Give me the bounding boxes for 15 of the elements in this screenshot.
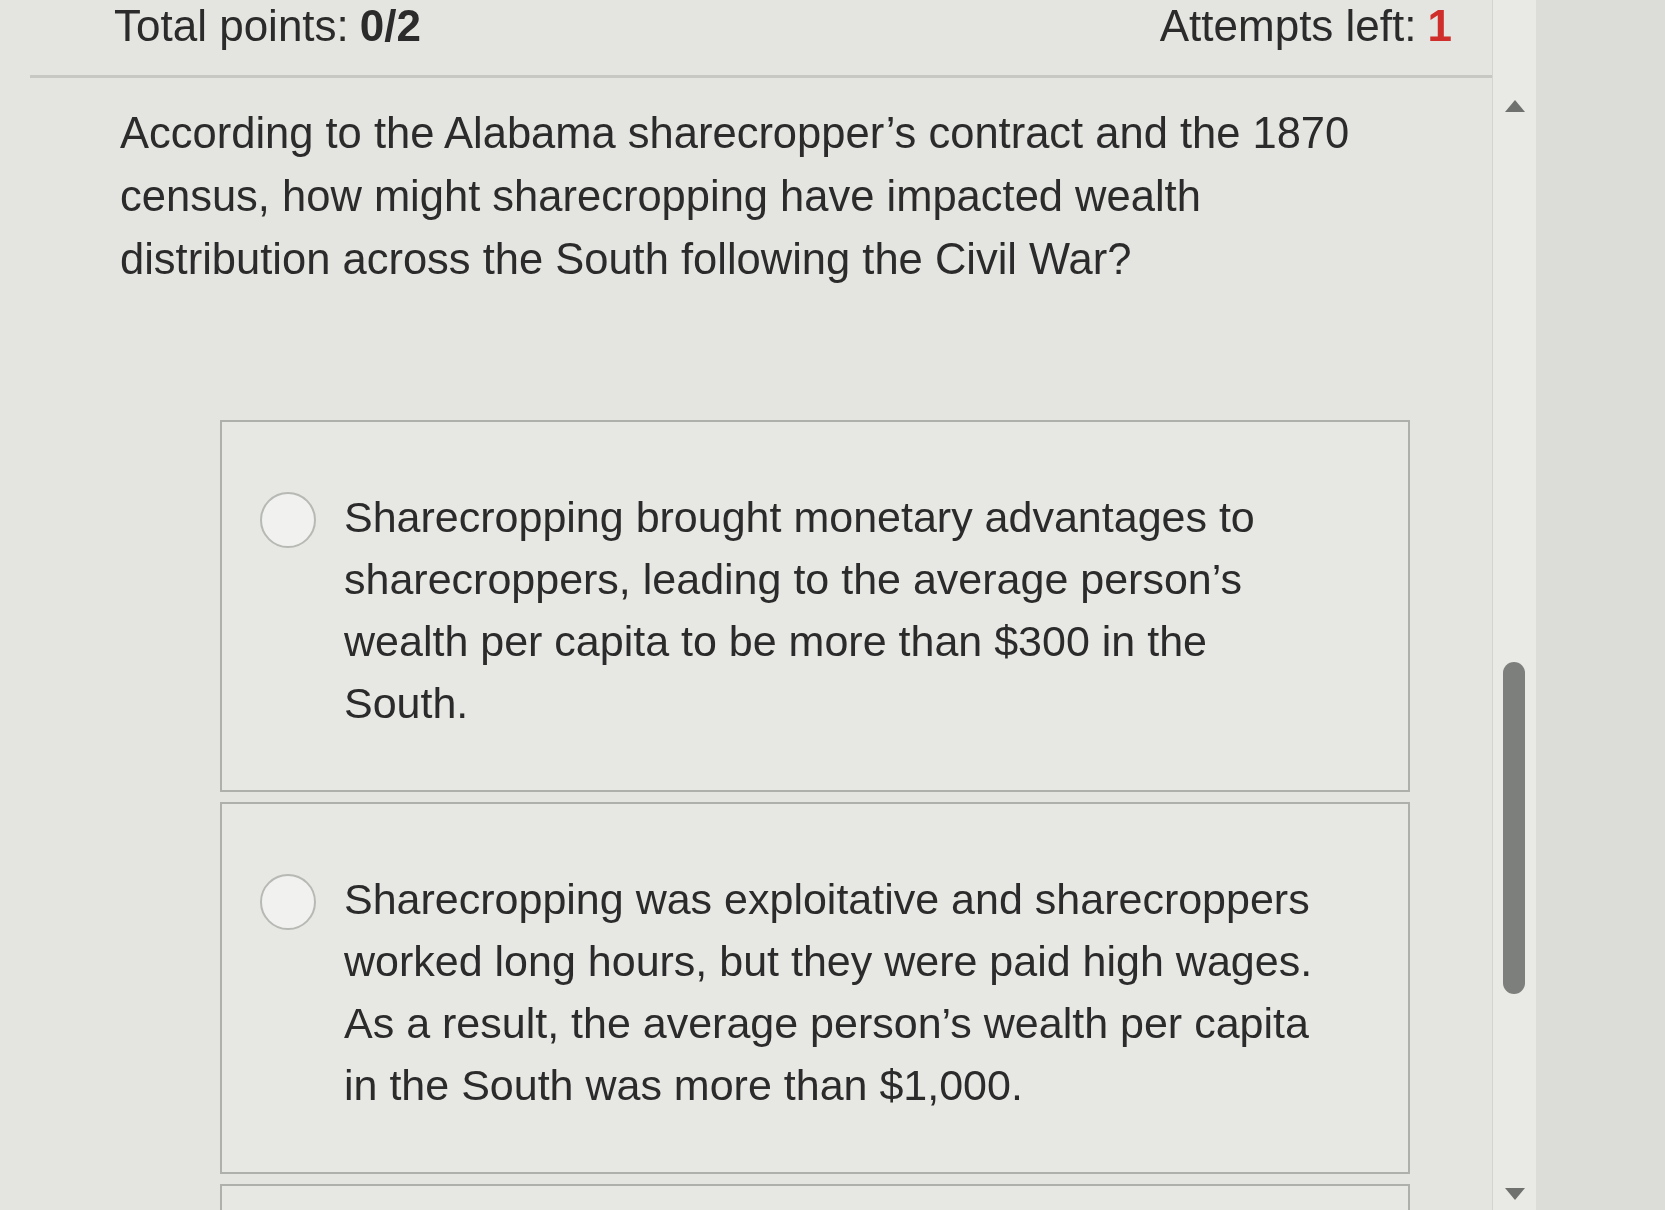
answer-card[interactable]: Sharecropping was exploitative and sharecroppers worked long hours, but they were paid high wages. As a result, the average person’s wealth per capita in the South was more than $1,000.: [220, 802, 1410, 1174]
attempts-value: 1: [1427, 0, 1452, 52]
answer-card[interactable]: [220, 1184, 1410, 1210]
answer-text: Sharecropping was exploitative and sharecroppers worked long hours, but they were paid high wages. As a result, the average person’s wealth per capita in the South was more than $1,000.: [344, 874, 1314, 1111]
up-triangle-icon[interactable]: [1504, 100, 1525, 112]
radio-icon[interactable]: [260, 492, 316, 548]
points-value: 0/2: [359, 0, 421, 52]
down-triangle-icon[interactable]: [1504, 1188, 1525, 1200]
attempts-label: Attempts left:: [1159, 0, 1417, 52]
question-text: According to the Alabama sharecropper’s contract and the 1870 census, how might sharecropping have impacted wealth distribution across the South following the Civil War?: [120, 108, 1351, 285]
scrollbar-thumb[interactable]: [1502, 662, 1525, 994]
answer-card[interactable]: Sharecropping brought monetary advantages to sharecroppers, leading to the average person’s wealth per capita to be more than $300 in the South.: [220, 420, 1410, 792]
radio-icon[interactable]: [260, 874, 316, 930]
points-label: Total points:: [114, 0, 349, 52]
answer-text: Sharecropping brought monetary advantages to sharecroppers, leading to the average person’s wealth per capita to be more than $300 in the South.: [344, 492, 1256, 729]
